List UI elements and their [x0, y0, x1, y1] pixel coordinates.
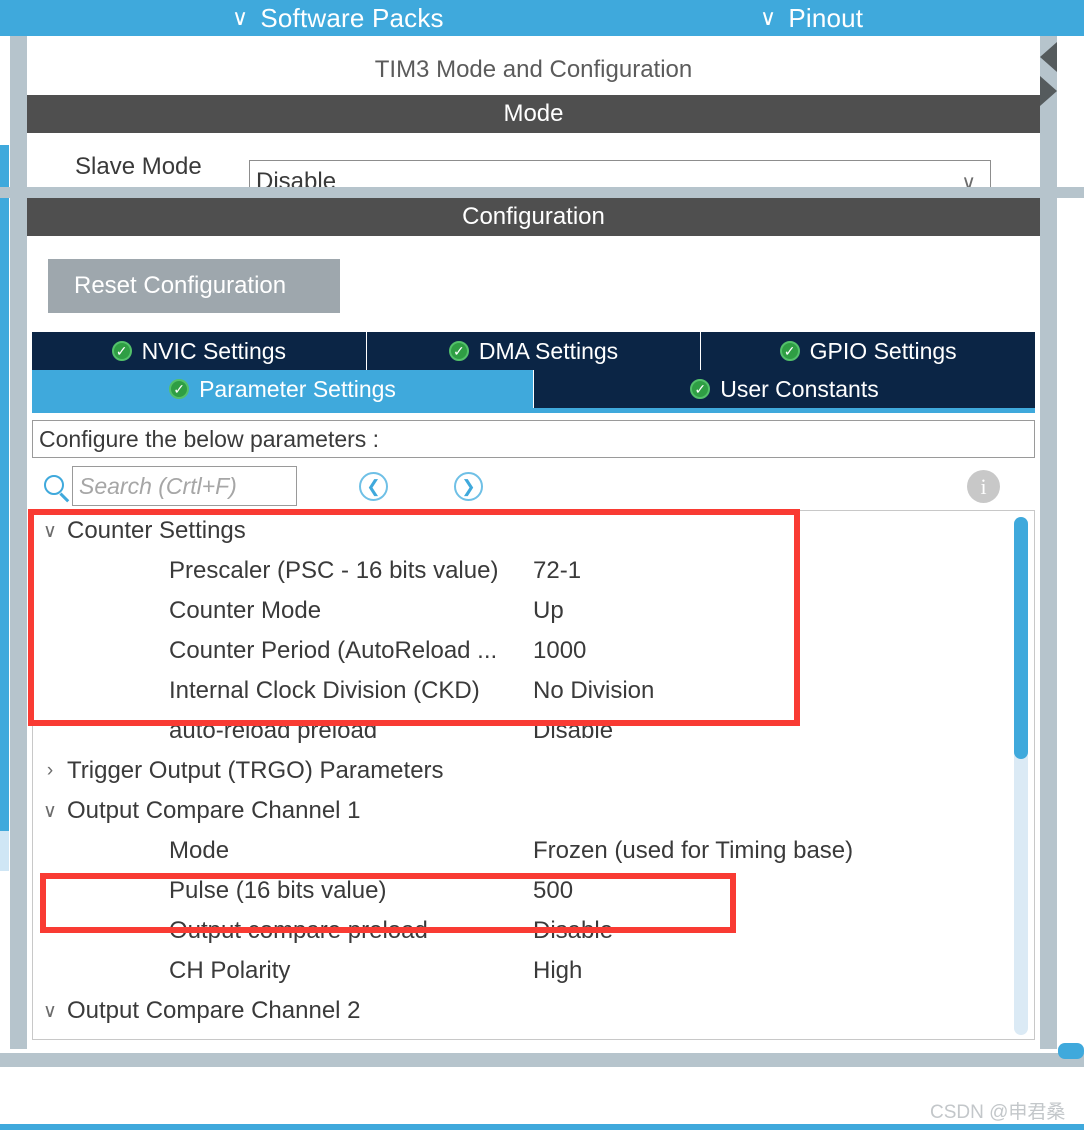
panel-separator-band [0, 187, 1084, 198]
chevron-down-icon: ∨ [760, 5, 777, 30]
tree-parameter-row[interactable]: Internal Clock Division (CKD) No Division [33, 671, 1008, 711]
tab-row-primary: ✓ NVIC Settings ✓ DMA Settings ✓ GPIO Se… [32, 332, 1036, 370]
expand-right-arrow-icon[interactable] [1040, 76, 1057, 106]
collapse-left-arrow-icon[interactable] [1040, 42, 1057, 72]
tree-parameter-label: Counter Mode [169, 597, 322, 624]
tree-parameter-row[interactable]: Output compare preload Disable [33, 911, 1008, 951]
tim3-mode-panel: TIM3 Mode and Configuration Mode Slave M… [27, 36, 1040, 204]
check-circle-icon: ✓ [448, 341, 469, 361]
info-circle-icon[interactable]: i [967, 470, 1000, 503]
tree-parameter-value[interactable]: Disable [533, 717, 613, 745]
chevron-down-icon[interactable]: ∨ [33, 1000, 67, 1023]
parameter-tree-rows: ∨ Counter Settings Prescaler (PSC - 16 bit… [33, 511, 1008, 1031]
watermark: CSDN @申君桑 [930, 1102, 1066, 1123]
tab-dma-settings-label: DMA Settings [478, 337, 619, 364]
mode-section-header: Mode [27, 95, 1040, 133]
tab-parameter-settings-label: Parameter Settings [199, 375, 396, 402]
tab-user-constants-label: User Constants [720, 375, 879, 402]
tree-parameter-row[interactable]: Pulse (16 bits value) 500 [33, 871, 1008, 911]
tree-group-row[interactable]: › Trigger Output (TRGO) Parameters [33, 751, 1008, 791]
menu-item-software-packs-label: Software Packs [260, 2, 444, 33]
tree-group-row[interactable]: ∨ Output Compare Channel 2 [33, 991, 1008, 1031]
tree-parameter-value[interactable]: Up [533, 597, 564, 625]
tree-group-row[interactable]: ∨ Counter Settings [33, 511, 1008, 551]
left-scrollbar-thumb[interactable] [0, 145, 9, 831]
menu-item-pinout[interactable]: ∨ Pinout [760, 0, 863, 36]
tree-parameter-label: CH Polarity [169, 957, 291, 984]
tree-parameter-value[interactable]: No Division [533, 677, 654, 705]
parameter-tree: ∨ Counter Settings Prescaler (PSC - 16 bit… [32, 510, 1035, 1040]
parameter-tree-scrollbar-thumb[interactable] [1014, 517, 1028, 759]
reset-configuration-button[interactable]: Reset Configuration [48, 259, 340, 313]
tree-group-label: Counter Settings [67, 517, 246, 544]
configuration-panel: Configuration Reset Configuration ✓ NVIC… [27, 198, 1040, 1053]
configuration-section-header: Configuration [27, 198, 1040, 236]
menu-item-pinout-label: Pinout [788, 2, 864, 33]
search-input[interactable] [72, 466, 297, 506]
tree-parameter-value[interactable]: Frozen (used for Timing base) [533, 837, 853, 865]
tree-parameter-row[interactable]: CH Polarity High [33, 951, 1008, 991]
tree-parameter-row[interactable]: Prescaler (PSC - 16 bits value) 72-1 [33, 551, 1008, 591]
chevron-right-icon[interactable]: › [33, 760, 67, 782]
page-title: TIM3 Mode and Configuration [374, 56, 693, 83]
chevron-down-icon[interactable]: ∨ [33, 800, 67, 823]
tab-parameter-settings[interactable]: ✓ Parameter Settings [32, 370, 534, 408]
bottom-blue-strip [0, 1124, 1084, 1130]
configure-hint: Configure the below parameters : [32, 420, 1035, 458]
check-circle-icon: ✓ [111, 341, 132, 361]
slave-mode-label: Slave Mode [75, 152, 202, 180]
app-root: ∨ Software Packs ∨ Pinout TIM3 Mode and … [0, 0, 1084, 1130]
menu-item-software-packs[interactable]: ∨ Software Packs [232, 0, 444, 36]
tree-group-row[interactable]: ∨ Output Compare Channel 1 [33, 791, 1008, 831]
tree-parameter-value[interactable]: 500 [533, 877, 573, 905]
left-scrollbar-thumb-tail [0, 831, 9, 871]
tree-parameter-label: Counter Period (AutoReload ... [169, 637, 498, 664]
search-toolbar: ❮ ❯ i [32, 466, 1035, 510]
slave-mode-row: Slave Mode Disable ∨ [27, 146, 1040, 204]
tree-parameter-value[interactable]: Disable [533, 917, 613, 945]
tree-parameter-value[interactable]: 1000 [533, 637, 586, 665]
tree-parameter-row[interactable]: Counter Period (AutoReload ... 1000 [33, 631, 1008, 671]
tree-parameter-label: Mode [169, 837, 230, 864]
tab-nvic-settings[interactable]: ✓ NVIC Settings [32, 332, 367, 370]
top-menu-bar: ∨ Software Packs ∨ Pinout [0, 0, 1084, 36]
tab-row-secondary: ✓ Parameter Settings ✓ User Constants [32, 370, 1035, 408]
tree-parameter-label: Pulse (16 bits value) [169, 877, 387, 904]
tab-user-constants[interactable]: ✓ User Constants [534, 370, 1035, 408]
tab-gpio-settings-label: GPIO Settings [809, 337, 957, 364]
chevron-down-icon[interactable]: ∨ [33, 520, 67, 543]
tree-group-label: Trigger Output (TRGO) Parameters [67, 757, 444, 784]
check-circle-icon: ✓ [169, 379, 190, 399]
tab-gpio-settings[interactable]: ✓ GPIO Settings [701, 332, 1036, 370]
tab-nvic-settings-label: NVIC Settings [141, 337, 287, 364]
tree-parameter-value[interactable]: High [533, 957, 582, 985]
tree-parameter-label: auto-reload preload [169, 717, 378, 744]
chevron-right-circle-icon[interactable]: ❯ [454, 472, 483, 501]
tab-dma-settings[interactable]: ✓ DMA Settings [366, 332, 702, 370]
tree-parameter-row[interactable]: Mode Frozen (used for Timing base) [33, 831, 1008, 871]
check-circle-icon: ✓ [690, 379, 711, 399]
tree-parameter-label: Internal Clock Division (CKD) [169, 677, 480, 704]
tree-parameter-row[interactable]: Counter Mode Up [33, 591, 1008, 631]
active-tab-underline [32, 408, 1035, 413]
bottom-separator-band [0, 1053, 1084, 1067]
search-icon [44, 475, 64, 495]
check-circle-icon: ✓ [779, 341, 800, 361]
tree-parameter-label: Output compare preload [169, 917, 428, 944]
tree-parameter-row[interactable]: auto-reload preload Disable [33, 711, 1008, 751]
bottom-right-indicator[interactable] [1058, 1043, 1084, 1059]
tree-group-label: Output Compare Channel 2 [67, 997, 361, 1024]
tree-parameter-value[interactable]: 72-1 [533, 557, 581, 585]
chevron-down-icon: ∨ [232, 5, 249, 30]
tree-parameter-label: Prescaler (PSC - 16 bits value) [169, 557, 499, 584]
chevron-left-circle-icon[interactable]: ❮ [359, 472, 388, 501]
tree-group-label: Output Compare Channel 1 [67, 797, 361, 824]
